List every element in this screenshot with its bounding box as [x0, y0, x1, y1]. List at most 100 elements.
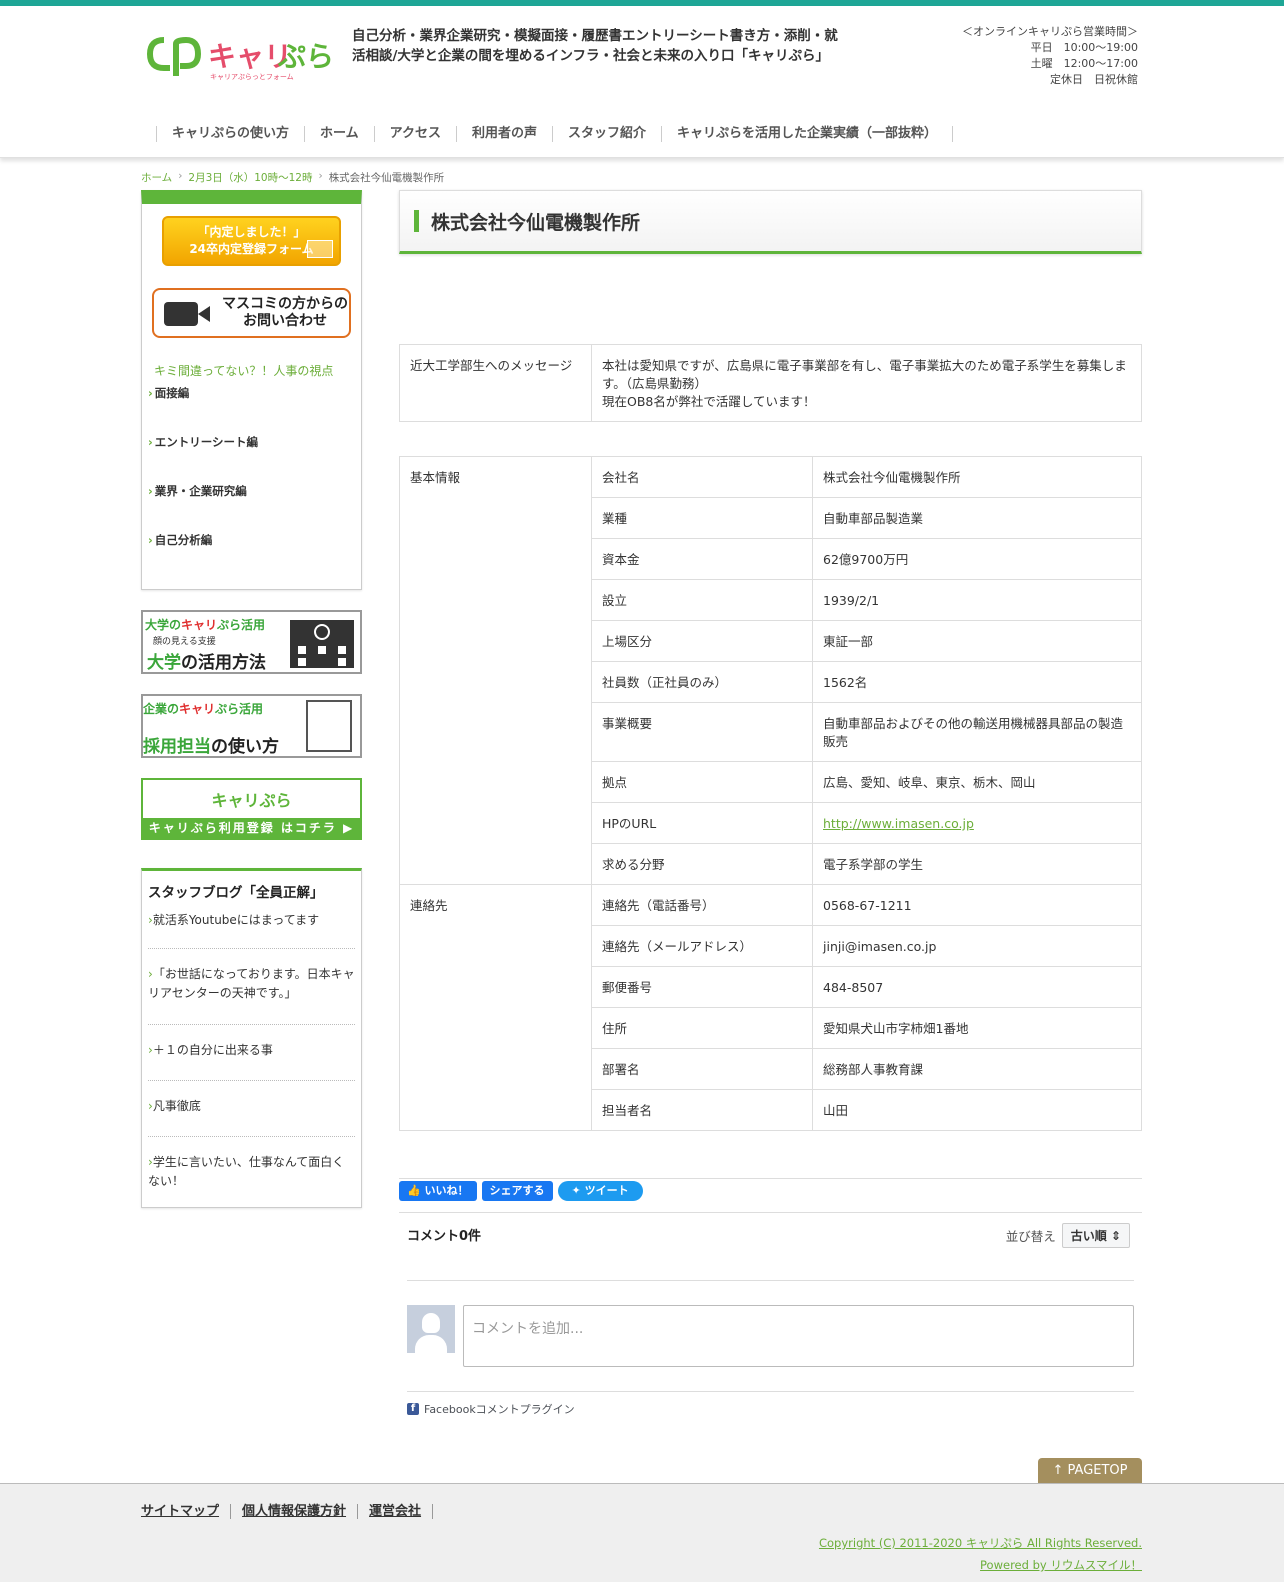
- blog-item[interactable]: ›＋１の自分に出来る事: [148, 1025, 355, 1081]
- nav-how-to-use[interactable]: キャリぷらの使い方: [156, 126, 304, 142]
- banner-univ-title: 大学のキャリぷら活用: [145, 618, 266, 632]
- site-logo[interactable]: キャリ ぷら キャリアぷらっとフォーム: [146, 30, 334, 88]
- title-marker: [414, 210, 419, 232]
- media-inquiry-button[interactable]: マスコミの方からの お問い合わせ: [152, 288, 351, 338]
- footer-link-privacy[interactable]: 個人情報保護方針: [231, 1504, 359, 1519]
- row-label: 事業概要: [591, 702, 813, 762]
- facebook-plugin-link[interactable]: f Facebookコメントプラグイン: [407, 1401, 575, 1417]
- chevron-right-icon: ›: [148, 435, 153, 449]
- row-value: 東証一部: [812, 620, 1142, 662]
- envelope-icon: [307, 240, 333, 258]
- row-value: 広島、愛知、岐阜、東京、栃木、岡山: [812, 761, 1142, 803]
- homepage-link[interactable]: http://www.imasen.co.jp: [823, 816, 974, 831]
- site-tagline: 自己分析・業界企業研究・模擬面接・履歴書エントリーシート書き方・添削・就活相談/…: [352, 28, 838, 64]
- divider: [407, 1280, 1134, 1281]
- university-usage-banner[interactable]: 大学のキャリぷら活用 顔の見える支援 大学の活用方法: [141, 610, 362, 674]
- blog-item[interactable]: ›就活系Youtubeにはまってます: [148, 901, 355, 949]
- message-line1: 本社は愛知県ですが、広島県に電子事業部を有し、電子事業拡大のため電子系学生を募集…: [602, 358, 1127, 391]
- nav-access[interactable]: アクセス: [373, 126, 456, 142]
- page-title: 株式会社今仙電機製作所: [431, 211, 641, 234]
- message-table: 近大工学部生へのメッセージ 本社は愛知県ですが、広島県に電子事業部を有し、電子事…: [399, 344, 1142, 422]
- row-label: 求める分野: [591, 843, 813, 885]
- naitei-form-button[interactable]: 「内定しました！」 24卒内定登録フォーム: [162, 216, 341, 266]
- row-value: 電子系学部の学生: [812, 843, 1142, 885]
- staff-blog-title: スタッフブログ「全員正解」: [148, 885, 324, 901]
- hours-closed: 定休日 日祝休館: [1050, 73, 1138, 86]
- row-label: 上場区分: [591, 620, 813, 662]
- row-value: 愛知県犬山市字柿畑1番地: [812, 1007, 1142, 1049]
- blog-item-label: 「お世話になっております。日本キャリアセンターの天神です。」: [148, 967, 355, 1000]
- hours-saturday: 土曜 12:00〜17:00: [1030, 57, 1138, 70]
- video-camera-icon: [164, 298, 214, 328]
- row-label: 拠点: [591, 761, 813, 803]
- comment-count: コメント0件: [407, 1229, 482, 1244]
- breadcrumb-event[interactable]: 2月3日（水）10時〜12時: [188, 170, 312, 185]
- row-label: 会社名: [591, 456, 813, 498]
- row-label: 連絡先（電話番号）: [591, 884, 813, 926]
- nav-corporate-cases[interactable]: キャリぷらを活用した企業実績（一部抜粋）: [661, 126, 954, 142]
- powered-by-text[interactable]: Powered by リウムスマイル！: [819, 1554, 1142, 1576]
- footer-link-sitemap[interactable]: サイトマップ: [141, 1504, 232, 1519]
- sidebar: 「内定しました！」 24卒内定登録フォーム マスコミの方からの お問い合わせ キ…: [141, 190, 362, 1208]
- footer-link-company[interactable]: 運営会社: [358, 1504, 434, 1519]
- blog-item-label: 学生に言いたい、仕事なんて面白くない！: [148, 1155, 345, 1188]
- row-value: 0568-67-1211: [812, 884, 1142, 926]
- nav-staff[interactable]: スタッフ紹介: [552, 126, 661, 142]
- registration-banner[interactable]: キャリぷら キャリぷら利用登録 はコチラ ▶: [141, 778, 362, 840]
- blog-item[interactable]: ›学生に言いたい、仕事なんて面白くない！: [148, 1137, 355, 1193]
- social-buttons: 👍 いいね！ シェアする ✦ ツイート: [399, 1178, 1142, 1201]
- breadcrumb: ホーム › 2月3日（水）10時〜12時 › 株式会社今仙電機製作所: [141, 170, 444, 185]
- facebook-share-button[interactable]: シェアする: [481, 1181, 553, 1201]
- list-item-label: 面接編: [154, 386, 190, 400]
- list-item-label: エントリーシート編: [154, 435, 259, 449]
- facebook-like-button[interactable]: 👍 いいね！: [399, 1181, 477, 1201]
- row-label: 業種: [591, 497, 813, 539]
- blog-item[interactable]: ›凡事徹底: [148, 1081, 355, 1137]
- naitei-line1: 「内定しました！」: [197, 225, 306, 239]
- sort-label: 並び替え: [1005, 1229, 1056, 1244]
- table-row: 基本情報 会社名 株式会社今仙電機製作所: [399, 456, 1142, 885]
- row-value: 総務部人事教育課: [812, 1048, 1142, 1090]
- nav-home[interactable]: ホーム: [304, 126, 374, 142]
- row-value: 62億9700万円: [812, 538, 1142, 580]
- table-row: 近大工学部生へのメッセージ 本社は愛知県ですが、広島県に電子事業部を有し、電子事…: [399, 344, 1142, 422]
- business-hours: ＜オンラインキャリぷら営業時間＞ 平日 10:00〜19:00 土曜 12:00…: [962, 24, 1138, 88]
- banner-reg-bar: キャリぷら利用登録 はコチラ ▶: [143, 818, 360, 838]
- list-item[interactable]: › 自己分析編: [142, 528, 361, 577]
- list-item[interactable]: › 面接編: [142, 381, 361, 430]
- banner-corp-title: 企業のキャリぷら活用: [143, 702, 264, 716]
- copyright-text[interactable]: Copyright (C) 2011-2020 キャリぷら All Rights…: [819, 1532, 1142, 1554]
- logo-subtext: キャリアぷらっとフォーム: [210, 73, 294, 81]
- tweet-label: ツイート: [584, 1184, 629, 1197]
- row-value: 自動車部品およびその他の輸送用機械器具部品の製造販売: [812, 702, 1142, 762]
- nav-testimonials[interactable]: 利用者の声: [456, 126, 552, 142]
- blog-item[interactable]: ›「お世話になっております。日本キャリアセンターの天神です。」: [148, 949, 355, 1025]
- corporate-usage-banner[interactable]: 企業のキャリぷら活用 採用担当の使い方: [141, 694, 362, 758]
- section-basic: 基本情報: [399, 456, 592, 885]
- staff-blog-box: スタッフブログ「全員正解」 ›就活系Youtubeにはまってます ›「お世話にな…: [141, 868, 362, 1208]
- page-title-box: 株式会社今仙電機製作所: [399, 190, 1142, 254]
- breadcrumb-home[interactable]: ホーム: [141, 170, 172, 185]
- copyright: Copyright (C) 2011-2020 キャリぷら All Rights…: [819, 1532, 1142, 1576]
- media-line2: お問い合わせ: [243, 313, 327, 329]
- row-label: HPのURL: [591, 802, 813, 844]
- list-item[interactable]: › エントリーシート編: [142, 430, 361, 479]
- pagetop-button[interactable]: ↑ PAGETOP: [1038, 1458, 1142, 1483]
- message-value: 本社は愛知県ですが、広島県に電子事業部を有し、電子事業拡大のため電子系学生を募集…: [591, 344, 1142, 422]
- table-row: 連絡先 連絡先（電話番号） 0568-67-1211: [399, 884, 1142, 1131]
- sort-select[interactable]: 古い順 ⇕: [1061, 1223, 1130, 1248]
- breadcrumb-current: 株式会社今仙電機製作所: [328, 172, 445, 184]
- row-label: 郵便番号: [591, 966, 813, 1008]
- chevron-right-icon: ›: [178, 170, 183, 182]
- section-contact: 連絡先: [399, 884, 592, 1131]
- row-label: 社員数（正社員のみ）: [591, 661, 813, 703]
- chevron-right-icon: ›: [148, 484, 153, 498]
- svg-text:ぷら: ぷら: [277, 40, 332, 73]
- comment-input[interactable]: コメントを追加...: [463, 1305, 1134, 1367]
- company-info-table: 基本情報 会社名 株式会社今仙電機製作所 業種 自動車部品製造業 資本金 62億97…: [399, 456, 1142, 1131]
- message-label: 近大工学部生へのメッセージ: [399, 344, 592, 422]
- site-header: キャリ ぷら キャリアぷらっとフォーム 自己分析・業界企業研究・模擬面接・履歴書…: [0, 6, 1284, 158]
- tweet-button[interactable]: ✦ ツイート: [557, 1181, 643, 1201]
- blog-item-label: 凡事徹底: [152, 1099, 201, 1113]
- list-item[interactable]: › 業界・企業研究編: [142, 479, 361, 528]
